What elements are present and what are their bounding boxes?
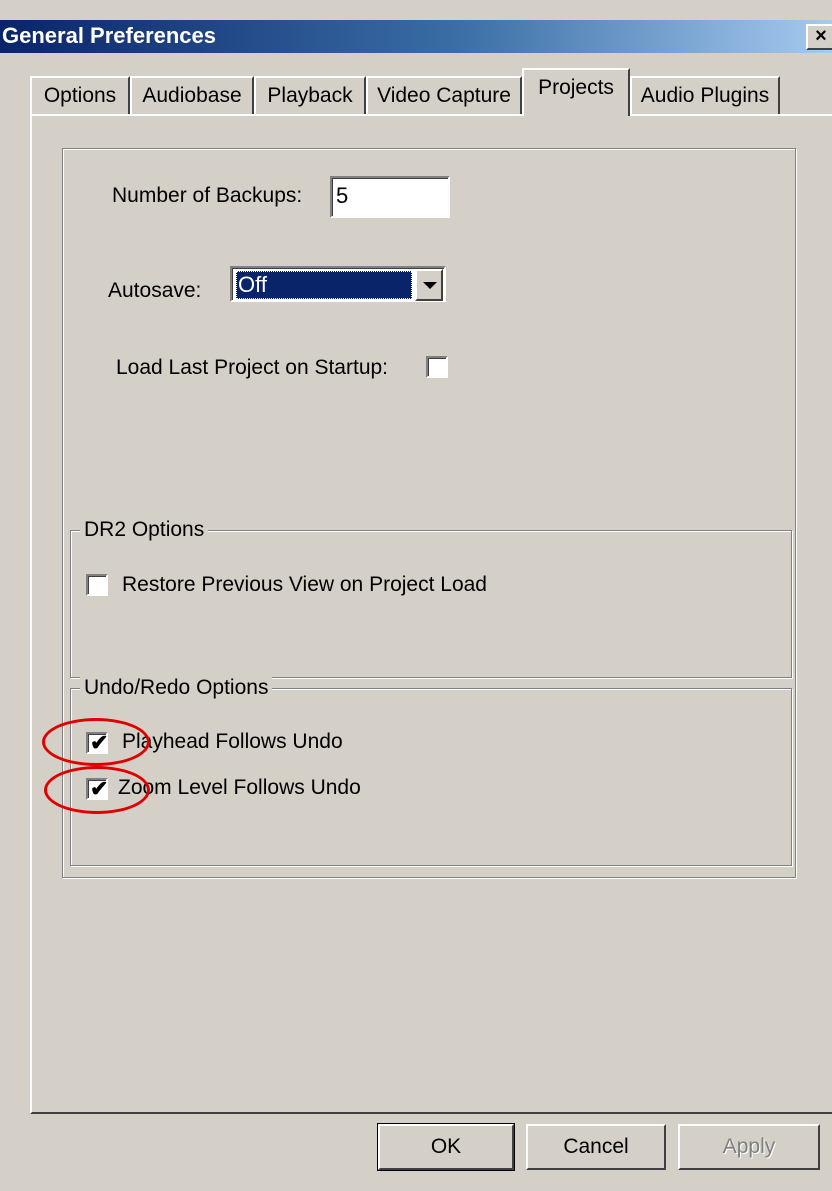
zoom-follows-undo-label: Zoom Level Follows Undo: [118, 776, 361, 799]
checkmark-icon: ✔: [90, 730, 109, 755]
tab-label: Video Capture: [377, 84, 511, 107]
autosave-select[interactable]: Off: [230, 266, 446, 302]
backups-input[interactable]: 5: [330, 176, 450, 218]
ok-button[interactable]: OK: [377, 1123, 515, 1171]
load-last-checkbox[interactable]: [426, 356, 448, 378]
restore-view-checkbox[interactable]: [86, 574, 108, 596]
tab-audio-plugins[interactable]: Audio Plugins: [630, 76, 780, 116]
tab-video-capture[interactable]: Video Capture: [366, 76, 522, 116]
backups-label: Number of Backups:: [112, 184, 303, 207]
restore-view-label: Restore Previous View on Project Load: [122, 573, 487, 596]
apply-button[interactable]: Apply: [678, 1124, 820, 1170]
playhead-follows-undo-label: Playhead Follows Undo: [122, 730, 343, 753]
tab-projects[interactable]: Projects: [522, 68, 630, 116]
autosave-dropdown-button[interactable]: [415, 269, 443, 301]
tab-label: Playback: [267, 84, 353, 107]
load-last-label: Load Last Project on Startup:: [116, 356, 389, 379]
undo-redo-options-legend: Undo/Redo Options: [80, 676, 273, 700]
close-button[interactable]: ×: [806, 24, 832, 50]
checkmark-icon: ✔: [90, 776, 109, 801]
window-title: General Preferences: [2, 23, 217, 48]
tab-playback[interactable]: Playback: [254, 76, 366, 116]
autosave-selected-value: Off: [236, 271, 412, 299]
tab-label: Projects: [538, 76, 614, 99]
tab-label: Audio Plugins: [640, 84, 770, 107]
title-bar: General Preferences ×: [0, 20, 832, 53]
chevron-down-icon: [423, 282, 437, 289]
tab-audiobase[interactable]: Audiobase: [130, 76, 254, 116]
tab-label: Options: [43, 84, 117, 107]
preferences-dialog: General Preferences × Options Audiobase …: [0, 0, 832, 1191]
cancel-button[interactable]: Cancel: [526, 1124, 666, 1170]
tab-label: Audiobase: [142, 84, 242, 107]
tab-options[interactable]: Options: [30, 76, 130, 116]
close-icon: ×: [815, 25, 827, 47]
autosave-label: Autosave:: [108, 279, 202, 302]
dr2-options-group: [70, 530, 792, 678]
playhead-follows-undo-checkbox[interactable]: ✔: [86, 730, 109, 755]
zoom-follows-undo-checkbox[interactable]: ✔: [86, 776, 109, 801]
dr2-options-legend: DR2 Options: [80, 518, 209, 542]
